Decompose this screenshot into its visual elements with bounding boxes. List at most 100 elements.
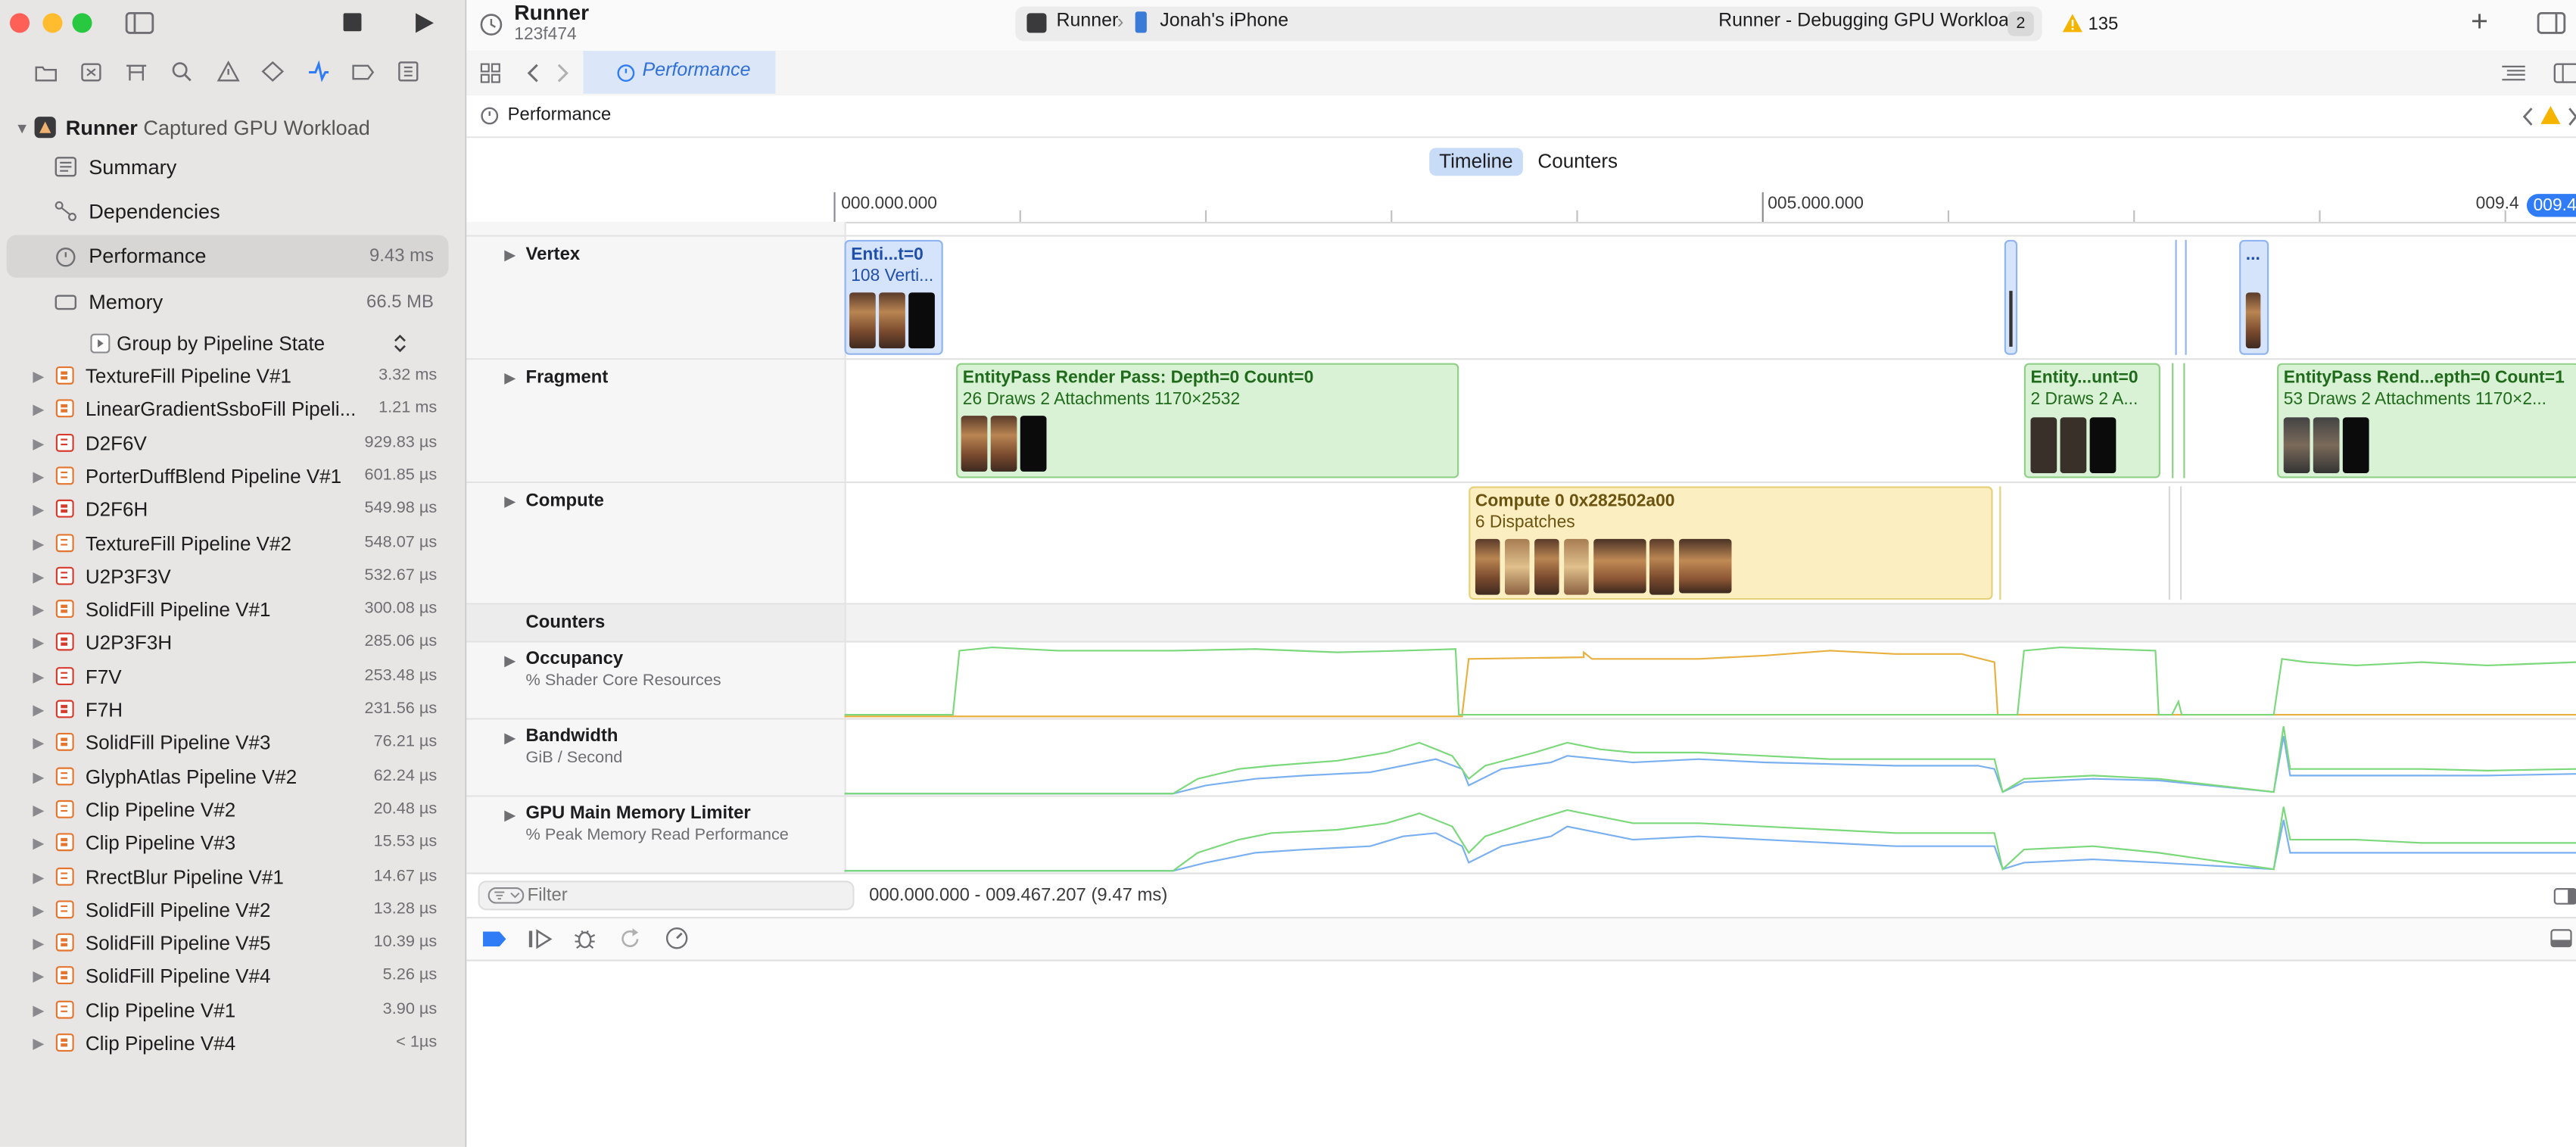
render-pass-block[interactable]: EntityPass Render Pass: Depth=0 Count=0 … xyxy=(956,363,1459,478)
filter-input[interactable] xyxy=(527,884,840,908)
console-toggle-icon[interactable] xyxy=(2550,928,2572,948)
grid-icon[interactable] xyxy=(480,62,501,83)
warning-triangle-icon[interactable] xyxy=(2062,13,2083,33)
disclosure-chevron-icon[interactable]: ▶ xyxy=(33,493,44,525)
pipeline-row[interactable]: ▶ SolidFill Pipeline V#1 300.08 µs xyxy=(0,594,465,626)
test-navigator-icon[interactable] xyxy=(261,61,285,82)
render-pass-marker[interactable] xyxy=(2172,363,2174,478)
disclosure-chevron-icon[interactable]: ▶ xyxy=(33,860,44,893)
vertex-encoder-block[interactable]: Enti...t=0 108 Verti... xyxy=(844,239,943,355)
disclosure-chevron-icon[interactable]: ▶ xyxy=(33,693,44,726)
track-bandwidth[interactable]: ▶ Bandwidth GiB / Second xyxy=(466,719,2576,797)
playhead-marker[interactable]: 009.4 xyxy=(2526,194,2576,217)
previous-issue-icon[interactable] xyxy=(2521,107,2534,126)
pipeline-row[interactable]: ▶ Clip Pipeline V#2 20.48 µs xyxy=(0,793,465,826)
disclosure-chevron-icon[interactable]: ▶ xyxy=(33,993,44,1026)
add-icon[interactable]: + xyxy=(2471,5,2488,40)
render-pass-block[interactable]: EntityPass Rend...epth=0 Count=1 53 Draw… xyxy=(2277,363,2576,478)
disclosure-chevron-icon[interactable]: ▶ xyxy=(33,560,44,593)
continue-icon[interactable] xyxy=(528,928,554,949)
pipeline-row[interactable]: ▶ SolidFill Pipeline V#4 5.26 µs xyxy=(0,960,465,993)
close-window-button[interactable] xyxy=(10,13,30,33)
symbol-navigator-icon[interactable] xyxy=(125,62,148,82)
tab-performance[interactable]: Performance xyxy=(583,51,776,94)
breakpoints-toggle-icon[interactable] xyxy=(481,930,508,948)
compute-marker[interactable] xyxy=(2168,486,2170,600)
warning-count[interactable]: 135 xyxy=(2088,15,2118,35)
disclosure-chevron-icon[interactable]: ▶ xyxy=(504,247,516,265)
source-control-icon[interactable] xyxy=(80,62,101,82)
editor-options-icon[interactable] xyxy=(2500,64,2527,83)
compute-marker[interactable] xyxy=(2179,486,2182,600)
folder-icon[interactable] xyxy=(35,62,58,82)
stop-icon[interactable] xyxy=(343,13,362,32)
sidebar-item-dependencies[interactable]: Dependencies xyxy=(7,191,449,233)
status-badge[interactable]: 2 xyxy=(2008,11,2034,36)
breadcrumb[interactable]: Performance xyxy=(508,105,612,125)
pipeline-row[interactable]: ▶ SolidFill Pipeline V#3 76.21 µs xyxy=(0,727,465,759)
pipeline-row[interactable]: ▶ Clip Pipeline V#1 3.90 µs xyxy=(0,993,465,1026)
disclosure-chevron-icon[interactable]: ▶ xyxy=(33,827,44,859)
pipeline-row[interactable]: ▶ SolidFill Pipeline V#5 10.39 µs xyxy=(0,927,465,959)
disclosure-chevron-icon[interactable]: ▶ xyxy=(33,1027,44,1059)
disclosure-chevron-icon[interactable]: ▶ xyxy=(33,627,44,659)
pipeline-row[interactable]: ▶ PorterDuffBlend Pipeline V#1 601.85 µs xyxy=(0,460,465,492)
disclosure-chevron-icon[interactable]: ▶ xyxy=(33,727,44,759)
gauge-icon[interactable] xyxy=(665,927,688,949)
activity-view[interactable]: Runner › Jonah's iPhone Runner - Debuggi… xyxy=(1015,6,2042,42)
disclosure-chevron-icon[interactable]: ▶ xyxy=(504,807,516,825)
pipeline-row[interactable]: ▶ D2F6H 549.98 µs xyxy=(0,493,465,525)
group-by-popup[interactable]: Group by Pipeline State xyxy=(90,329,419,358)
zoom-window-button[interactable] xyxy=(72,13,92,33)
pipeline-row[interactable]: ▶ F7V 253.48 µs xyxy=(0,660,465,693)
issue-navigator-icon[interactable] xyxy=(216,61,240,82)
disclosure-chevron-icon[interactable]: ▶ xyxy=(33,393,44,425)
timeline-ruler[interactable]: 000.000.000 005.000.000 009.4 009.4 xyxy=(466,187,2576,224)
compute-encoder-block[interactable]: Compute 0 0x282502a00 6 Dispatches xyxy=(1469,486,1993,600)
capture-root[interactable]: Runner Captured GPU Workload xyxy=(66,117,370,139)
disclosure-chevron-icon[interactable]: ▶ xyxy=(33,426,44,459)
track-vertex[interactable]: ▶ Vertex Enti...t=0 108 Verti... ... xyxy=(466,236,2576,360)
reload-icon[interactable] xyxy=(619,927,640,949)
track-fragment[interactable]: ▶ Fragment EntityPass Render Pass: Depth… xyxy=(466,360,2576,484)
warning-triangle-icon[interactable] xyxy=(2540,105,2561,125)
disclosure-chevron-icon[interactable]: ▶ xyxy=(504,369,516,388)
pipeline-row[interactable]: ▶ Clip Pipeline V#4 < 1µs xyxy=(0,1027,465,1059)
disclosure-chevron-icon[interactable]: ▼ xyxy=(15,120,30,136)
inspector-panel-icon[interactable] xyxy=(2553,887,2576,905)
disclosure-chevron-icon[interactable]: ▶ xyxy=(33,360,44,392)
play-icon[interactable] xyxy=(413,11,435,34)
pipeline-row[interactable]: ▶ RrectBlur Pipeline V#1 14.67 µs xyxy=(0,860,465,893)
disclosure-chevron-icon[interactable]: ▶ xyxy=(33,660,44,693)
disclosure-chevron-icon[interactable]: ▶ xyxy=(33,960,44,993)
disclosure-chevron-icon[interactable]: ▶ xyxy=(504,493,516,511)
disclosure-chevron-icon[interactable]: ▶ xyxy=(33,793,44,826)
sidebar-item-performance[interactable]: Performance 9.43 ms xyxy=(6,235,449,278)
track-occupancy[interactable]: ▶ Occupancy % Shader Core Resources xyxy=(466,642,2576,720)
track-compute[interactable]: ▶ Compute Compute 0 0x282502a00 6 Dispat… xyxy=(466,483,2576,605)
vertex-encoder-block[interactable]: ... xyxy=(2239,239,2269,355)
disclosure-chevron-icon[interactable]: ▶ xyxy=(33,527,44,559)
breakpoint-navigator-icon[interactable] xyxy=(351,62,375,82)
sidebar-item-memory[interactable]: Memory 66.5 MB xyxy=(7,281,449,323)
disclosure-chevron-icon[interactable]: ▶ xyxy=(33,460,44,492)
disclosure-chevron-icon[interactable]: ▶ xyxy=(33,760,44,793)
vertex-marker[interactable] xyxy=(2175,239,2177,355)
debug-navigator-icon[interactable] xyxy=(306,59,331,84)
split-editor-icon[interactable] xyxy=(2553,62,2576,83)
pipeline-row[interactable]: ▶ Clip Pipeline V#3 15.53 µs xyxy=(0,827,465,859)
vertex-encoder-block[interactable] xyxy=(2004,239,2018,355)
sidebar-toggle-icon[interactable] xyxy=(125,11,154,34)
forward-chevron-icon[interactable] xyxy=(556,62,571,83)
inspector-toggle-icon[interactable] xyxy=(2537,11,2566,34)
pipeline-row[interactable]: ▶ U2P3F3H 285.06 µs xyxy=(0,627,465,659)
find-icon[interactable] xyxy=(171,61,192,82)
track-gpu-main-memory[interactable]: ▶ GPU Main Memory Limiter % Peak Memory … xyxy=(466,796,2576,873)
pipeline-row[interactable]: ▶ F7H 231.56 µs xyxy=(0,693,465,726)
pipeline-row[interactable]: ▶ LinearGradientSsboFill Pipeli... 1.21 ms xyxy=(0,393,465,425)
scheme-device[interactable]: Jonah's iPhone xyxy=(1160,11,1288,31)
disclosure-chevron-icon[interactable]: ▶ xyxy=(33,927,44,959)
pipeline-row[interactable]: ▶ TextureFill Pipeline V#1 3.32 ms xyxy=(0,360,465,392)
vertex-marker[interactable] xyxy=(2185,239,2187,355)
sidebar-item-summary[interactable]: Summary xyxy=(7,146,449,189)
